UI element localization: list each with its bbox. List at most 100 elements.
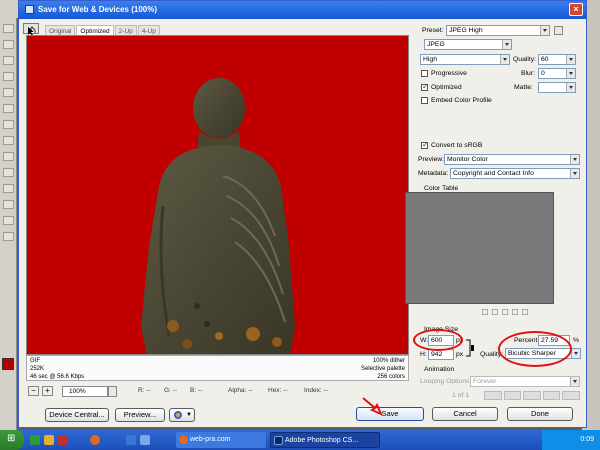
blur-field[interactable]: 0: [538, 68, 576, 79]
optimized-preview[interactable]: [26, 35, 409, 355]
play-icon: [523, 391, 541, 400]
brush-tool-icon[interactable]: [3, 88, 14, 97]
height-unit: px: [456, 351, 464, 358]
info-dither: 100% dither: [372, 358, 405, 364]
stat-hex: Hex: --: [268, 387, 288, 394]
panel-menu-icon[interactable]: [554, 26, 563, 35]
color-table-label: Color Table: [424, 185, 459, 192]
foreground-color-swatch[interactable]: [2, 358, 14, 370]
info-download-time: 46 sec @ 56.6 Kbps: [30, 374, 85, 380]
map-color-icon[interactable]: [482, 309, 488, 315]
firefox-icon[interactable]: [90, 435, 100, 445]
preview-mode-value: Monitor Color: [447, 156, 488, 163]
hand-tool-icon[interactable]: [3, 216, 14, 225]
lock-color-icon[interactable]: [502, 309, 508, 315]
quicklaunch-icon[interactable]: [58, 435, 68, 445]
quicklaunch-icon[interactable]: [30, 435, 40, 445]
chevron-down-icon: [566, 83, 575, 92]
stat-g: G: --: [164, 387, 177, 394]
zoom-dropdown-icon[interactable]: [108, 386, 117, 397]
windows-taskbar: web-pra.com Adobe Photoshop CS... 0:09: [0, 430, 600, 450]
embed-color-profile-checkbox[interactable]: [421, 97, 428, 104]
matte-select[interactable]: [538, 82, 576, 93]
cancel-button[interactable]: Cancel: [432, 407, 498, 421]
device-central-button[interactable]: Device Central...: [45, 408, 109, 422]
chevron-down-icon: [570, 155, 579, 164]
preset-select[interactable]: JPEG High: [446, 25, 550, 36]
move-tool-icon[interactable]: [3, 24, 14, 33]
photoshop-icon: [274, 436, 283, 445]
optimized-checkbox[interactable]: [421, 82, 429, 91]
red-oval-resample-annotation: [498, 331, 572, 367]
gradient-tool-icon[interactable]: [3, 136, 14, 145]
zoom-in-button[interactable]: +: [42, 386, 53, 396]
pen-tool-icon[interactable]: [3, 168, 14, 177]
type-tool-icon[interactable]: [3, 184, 14, 193]
info-size: 252K: [30, 366, 45, 372]
format-select[interactable]: JPEG: [424, 39, 512, 50]
stamp-tool-icon[interactable]: [3, 104, 14, 113]
preset-value: JPEG High: [449, 27, 483, 34]
embed-color-profile-label: Embed Color Profile: [431, 97, 492, 104]
format-value: JPEG: [427, 41, 445, 48]
crop-tool-icon[interactable]: [3, 72, 14, 81]
info-palette: Selective palette: [360, 366, 405, 372]
dodge-tool-icon[interactable]: [3, 152, 14, 161]
quicklaunch-icon[interactable]: [126, 435, 136, 445]
zoom-level-field[interactable]: 100%: [62, 386, 108, 397]
browser-select-button[interactable]: ▼: [169, 408, 195, 422]
chevron-down-icon: [500, 55, 509, 64]
firefox-icon: [179, 435, 188, 444]
optimized-label: Optimized: [431, 84, 462, 91]
preset-label: Preset:: [422, 27, 444, 34]
preview-mode-select[interactable]: Monitor Color: [444, 154, 580, 165]
stat-index: Index: --: [304, 387, 328, 394]
frame-counter: 1 of 1: [452, 392, 470, 399]
animation-label: Animation: [424, 366, 455, 373]
red-arrow-annotation: [362, 397, 383, 416]
taskbar-item-browser[interactable]: web-pra.com: [176, 432, 266, 448]
eraser-tool-icon[interactable]: [3, 120, 14, 129]
metadata-select[interactable]: Copyright and Contact Info: [450, 168, 580, 179]
preview-button[interactable]: Preview...: [115, 408, 165, 422]
compression-quality-select[interactable]: High: [420, 54, 510, 65]
zoom-out-button[interactable]: −: [28, 386, 39, 396]
clock: 0:09: [580, 436, 594, 443]
metadata-label: Metadata:: [418, 170, 449, 177]
chevron-down-icon: [571, 349, 580, 358]
quicklaunch-icon[interactable]: [44, 435, 54, 445]
quicklaunch-icon[interactable]: [140, 435, 150, 445]
web-shift-icon[interactable]: [492, 309, 498, 315]
marquee-tool-icon[interactable]: [3, 40, 14, 49]
stat-alpha: Alpha: --: [228, 387, 253, 394]
shape-tool-icon[interactable]: [3, 200, 14, 209]
taskbar-item-photoshop[interactable]: Adobe Photoshop CS...: [270, 432, 380, 448]
last-frame-icon: [562, 391, 580, 400]
quality-value: 60: [541, 56, 549, 63]
color-table[interactable]: [405, 192, 554, 304]
matte-label: Matte:: [514, 84, 533, 91]
dialog-titlebar: Save for Web & Devices (100%) ×: [19, 1, 586, 19]
looping-label: Looping Options:: [420, 378, 472, 385]
preview-info-bar: GIF 252K 46 sec @ 56.6 Kbps 100% dither …: [26, 355, 409, 381]
color-table-actions: [482, 309, 542, 317]
trash-icon[interactable]: [522, 309, 528, 315]
new-color-icon[interactable]: [512, 309, 518, 315]
close-button[interactable]: ×: [569, 3, 583, 16]
next-frame-icon: [542, 391, 561, 400]
animation-controls: [484, 391, 580, 400]
prev-frame-icon: [503, 391, 522, 400]
done-button[interactable]: Done: [507, 407, 573, 421]
convert-srgb-checkbox[interactable]: [421, 140, 429, 149]
lasso-tool-icon[interactable]: [3, 56, 14, 65]
chevron-down-icon: [570, 377, 579, 386]
constrain-proportions-icon[interactable]: [465, 338, 475, 358]
chevron-down-icon: [570, 169, 579, 178]
start-button[interactable]: [0, 430, 24, 450]
stat-r: R: --: [138, 387, 151, 394]
photoshop-toolbox: [0, 18, 17, 430]
quality-field[interactable]: 60: [538, 54, 576, 65]
zoom-tool-icon[interactable]: [3, 232, 14, 241]
looping-select: Forever: [470, 376, 580, 387]
progressive-checkbox[interactable]: [421, 70, 428, 77]
